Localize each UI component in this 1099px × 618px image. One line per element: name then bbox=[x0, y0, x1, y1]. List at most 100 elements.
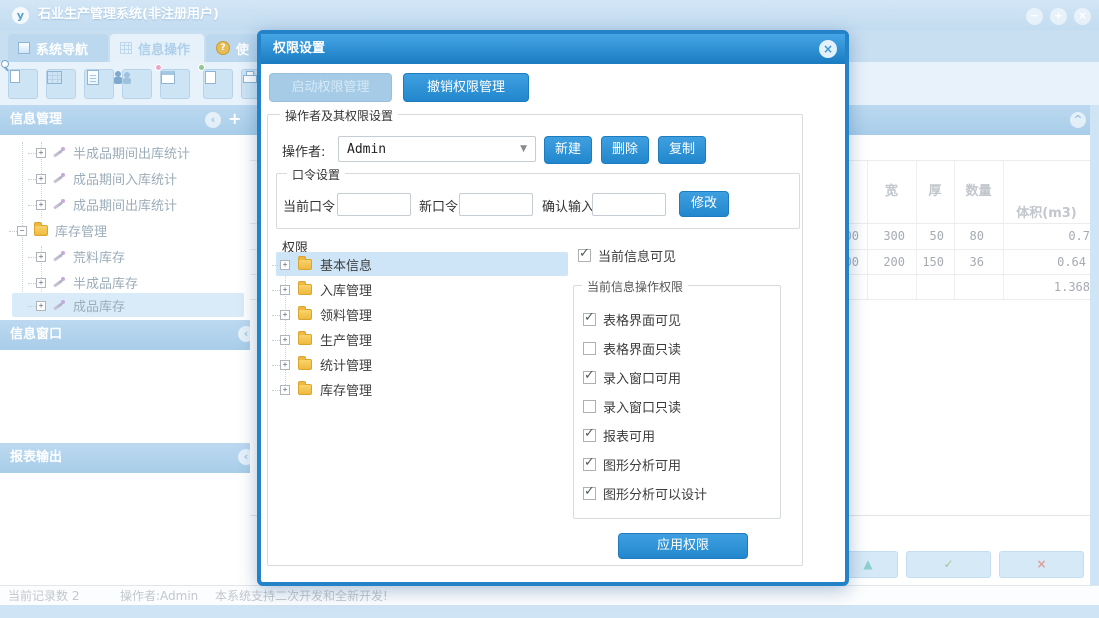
delete-operator-button[interactable]: 删除 bbox=[601, 136, 649, 164]
operator-settings-group: 操作者及其权限设置 操作者: Admin ▼ 新建 删除 复制 口令设置 当前口… bbox=[267, 107, 803, 566]
checkbox-current-info-visible[interactable]: ✓ 当前信息可见 bbox=[578, 246, 677, 265]
collapse-icon[interactable]: − bbox=[9, 225, 27, 236]
expand-icon[interactable]: + bbox=[28, 300, 46, 311]
checkbox-grid-readonly[interactable]: ✓ 表格界面只读 bbox=[583, 339, 682, 358]
apply-permissions-button[interactable]: 应用权限 bbox=[618, 533, 748, 559]
table-cell: 300 bbox=[883, 229, 905, 243]
chevron-down-icon: ▼ bbox=[520, 144, 527, 154]
checkbox-box[interactable]: ✓ bbox=[583, 426, 596, 442]
perm-tree-item-production[interactable]: + 生产管理 bbox=[272, 327, 372, 352]
checkbox-box[interactable]: ✓ bbox=[583, 455, 596, 471]
checkbox-label: 录入窗口可用 bbox=[603, 371, 682, 387]
collapse-left-icon[interactable]: ‹ bbox=[238, 326, 250, 342]
operator-label: 操作者: bbox=[282, 145, 326, 160]
tree-item-label: 入库管理 bbox=[320, 284, 373, 299]
tree-item-label: 半成品期间出库统计 bbox=[73, 147, 191, 162]
cancel-button[interactable]: × bbox=[999, 551, 1084, 578]
checkbox-entry-enabled[interactable]: ✓ 录入窗口可用 bbox=[583, 368, 682, 387]
search-preview-button[interactable] bbox=[1, 60, 38, 99]
wand-icon bbox=[53, 198, 66, 211]
minimize-button[interactable]: − bbox=[1026, 8, 1043, 25]
checkbox-grid-visible[interactable]: ✓ 表格界面可见 bbox=[583, 310, 681, 329]
expand-icon[interactable]: + bbox=[28, 173, 46, 184]
tree-item-semi-out-stats[interactable]: + 半成品期间出库统计 bbox=[28, 140, 191, 165]
window-title: 石业生产管理系统(非注册用户) bbox=[38, 7, 219, 22]
confirm-password-field[interactable] bbox=[592, 193, 666, 216]
current-password-label: 当前口令 bbox=[283, 200, 336, 215]
checkbox-box[interactable]: ✓ bbox=[583, 484, 596, 500]
new-password-label: 新口令 bbox=[419, 200, 459, 215]
checkbox-box[interactable]: ✓ bbox=[583, 341, 596, 355]
tree-item-semi-inventory[interactable]: + 半成品库存 bbox=[28, 270, 138, 295]
check-icon: ✓ bbox=[943, 557, 954, 571]
data-table-button[interactable] bbox=[46, 69, 76, 99]
expand-icon[interactable]: + bbox=[272, 259, 290, 270]
expand-icon[interactable]: + bbox=[28, 251, 46, 262]
perm-tree-item-material[interactable]: + 领料管理 bbox=[272, 302, 372, 327]
tree-item-product-inventory[interactable]: + 成品库存 bbox=[28, 293, 125, 318]
checkbox-box[interactable]: ✓ bbox=[583, 399, 596, 413]
checkbox-label: 表格界面只读 bbox=[603, 342, 682, 358]
table-cell: 150 bbox=[922, 255, 944, 269]
add-icon[interactable]: + bbox=[228, 109, 241, 128]
perm-tree-item-basic-info[interactable]: + 基本信息 bbox=[272, 252, 372, 277]
expand-icon[interactable]: + bbox=[28, 199, 46, 210]
expand-icon[interactable]: + bbox=[272, 334, 290, 345]
perm-tree-item-inbound[interactable]: + 入库管理 bbox=[272, 277, 373, 302]
modify-password-button[interactable]: 修改 bbox=[679, 191, 729, 217]
checkbox-box[interactable]: ✓ bbox=[578, 246, 591, 262]
export-button[interactable] bbox=[198, 64, 233, 99]
document-button[interactable] bbox=[84, 69, 114, 99]
collapse-up-icon[interactable]: ^ bbox=[1070, 112, 1086, 128]
permissions-dialog: 权限设置 × 启动权限管理 撤销权限管理 操作者及其权限设置 操作者: Admi… bbox=[257, 30, 849, 586]
maximize-button[interactable]: + bbox=[1050, 8, 1067, 25]
dialog-close-icon[interactable]: × bbox=[819, 40, 837, 58]
status-bar: 当前记录数 2 操作者:Admin 本系统支持二次开发和全新开发! bbox=[0, 585, 1099, 605]
folder-icon bbox=[298, 306, 312, 320]
enable-permission-button[interactable]: 启动权限管理 bbox=[269, 73, 392, 102]
expand-icon[interactable]: + bbox=[272, 309, 290, 320]
tree-item-raw-inventory[interactable]: + 荒料库存 bbox=[28, 244, 125, 269]
table-cell: 80 bbox=[969, 229, 984, 243]
expand-icon[interactable]: + bbox=[272, 359, 290, 370]
table-cell: 50 bbox=[929, 229, 944, 243]
panel-title: 信息窗口 bbox=[10, 327, 63, 342]
checkbox-report-enabled[interactable]: ✓ 报表可用 bbox=[583, 426, 655, 445]
collapse-left-icon[interactable]: ‹ bbox=[238, 449, 250, 465]
confirm-button[interactable]: ✓ bbox=[906, 551, 991, 578]
revoke-permission-button[interactable]: 撤销权限管理 bbox=[403, 73, 529, 102]
checkbox-chart-enabled[interactable]: ✓ 图形分析可用 bbox=[583, 455, 681, 474]
table-summary-cell: 1.368 bbox=[1053, 280, 1090, 294]
app-logo-icon: y bbox=[12, 7, 29, 24]
tree-item-product-in-stats[interactable]: + 成品期间入库统计 bbox=[28, 166, 177, 191]
expand-icon[interactable]: + bbox=[28, 147, 46, 158]
checkbox-chart-design[interactable]: ✓ 图形分析可以设计 bbox=[583, 484, 707, 503]
copy-operator-button[interactable]: 复制 bbox=[658, 136, 706, 164]
checkbox-box[interactable]: ✓ bbox=[583, 368, 596, 384]
checkbox-entry-readonly[interactable]: ✓ 录入窗口只读 bbox=[583, 397, 681, 416]
sidebar-panel-info-window[interactable]: 信息窗口 ‹ bbox=[0, 320, 250, 350]
perm-tree-item-inventory[interactable]: + 库存管理 bbox=[272, 377, 372, 402]
new-operator-button[interactable]: 新建 bbox=[544, 136, 592, 164]
record-count-label: 当前记录数 2 bbox=[8, 589, 80, 603]
operators-button[interactable] bbox=[114, 69, 152, 99]
tree-item-inventory-management[interactable]: − 库存管理 bbox=[9, 218, 107, 243]
tab-info-operation[interactable]: 信息操作 bbox=[110, 34, 204, 62]
current-password-field[interactable] bbox=[337, 193, 411, 216]
panel-title: 报表输出 bbox=[10, 450, 63, 465]
tree-item-product-out-stats[interactable]: + 成品期间出库统计 bbox=[28, 192, 177, 217]
tab-system-nav[interactable]: 系统导航 bbox=[8, 34, 108, 62]
expand-icon[interactable]: + bbox=[272, 384, 290, 395]
dialog-title-bar[interactable]: 权限设置 bbox=[261, 34, 845, 64]
expand-icon[interactable]: + bbox=[28, 277, 46, 288]
operator-select[interactable]: Admin ▼ bbox=[338, 136, 536, 162]
sidebar-panel-report-output[interactable]: 报表输出 ‹ bbox=[0, 443, 250, 473]
form-window-button[interactable] bbox=[155, 64, 190, 99]
new-password-field[interactable] bbox=[459, 193, 533, 216]
expand-icon[interactable]: + bbox=[272, 284, 290, 295]
perm-tree-item-statistics[interactable]: + 统计管理 bbox=[272, 352, 372, 377]
collapse-left-icon[interactable]: ‹ bbox=[205, 112, 221, 128]
checkbox-box[interactable]: ✓ bbox=[583, 310, 596, 326]
checkbox-label: 当前信息可见 bbox=[598, 249, 677, 265]
window-close-button[interactable]: × bbox=[1074, 8, 1091, 25]
